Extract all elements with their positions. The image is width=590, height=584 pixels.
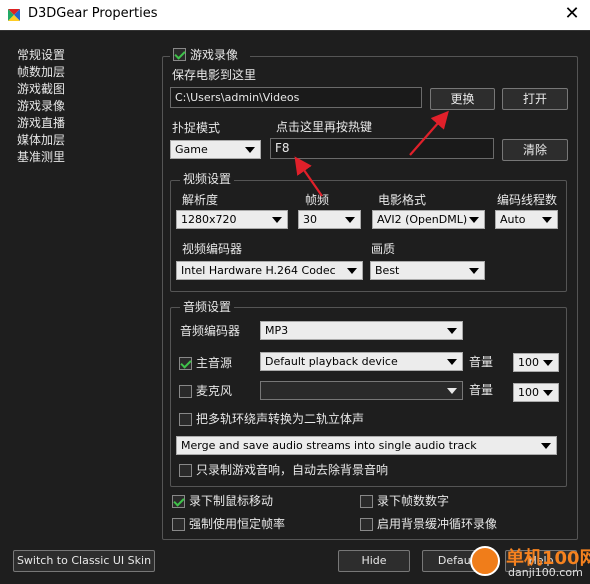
site-watermark: 单机100网 danji100.com: [470, 542, 590, 584]
arrow-to-hotkey-field: [294, 156, 323, 197]
watermark-logo-icon: [470, 546, 500, 576]
arrow-to-change-button: [409, 110, 449, 156]
annotation-arrows: [294, 110, 449, 197]
watermark-url: danji100.com: [508, 566, 583, 579]
